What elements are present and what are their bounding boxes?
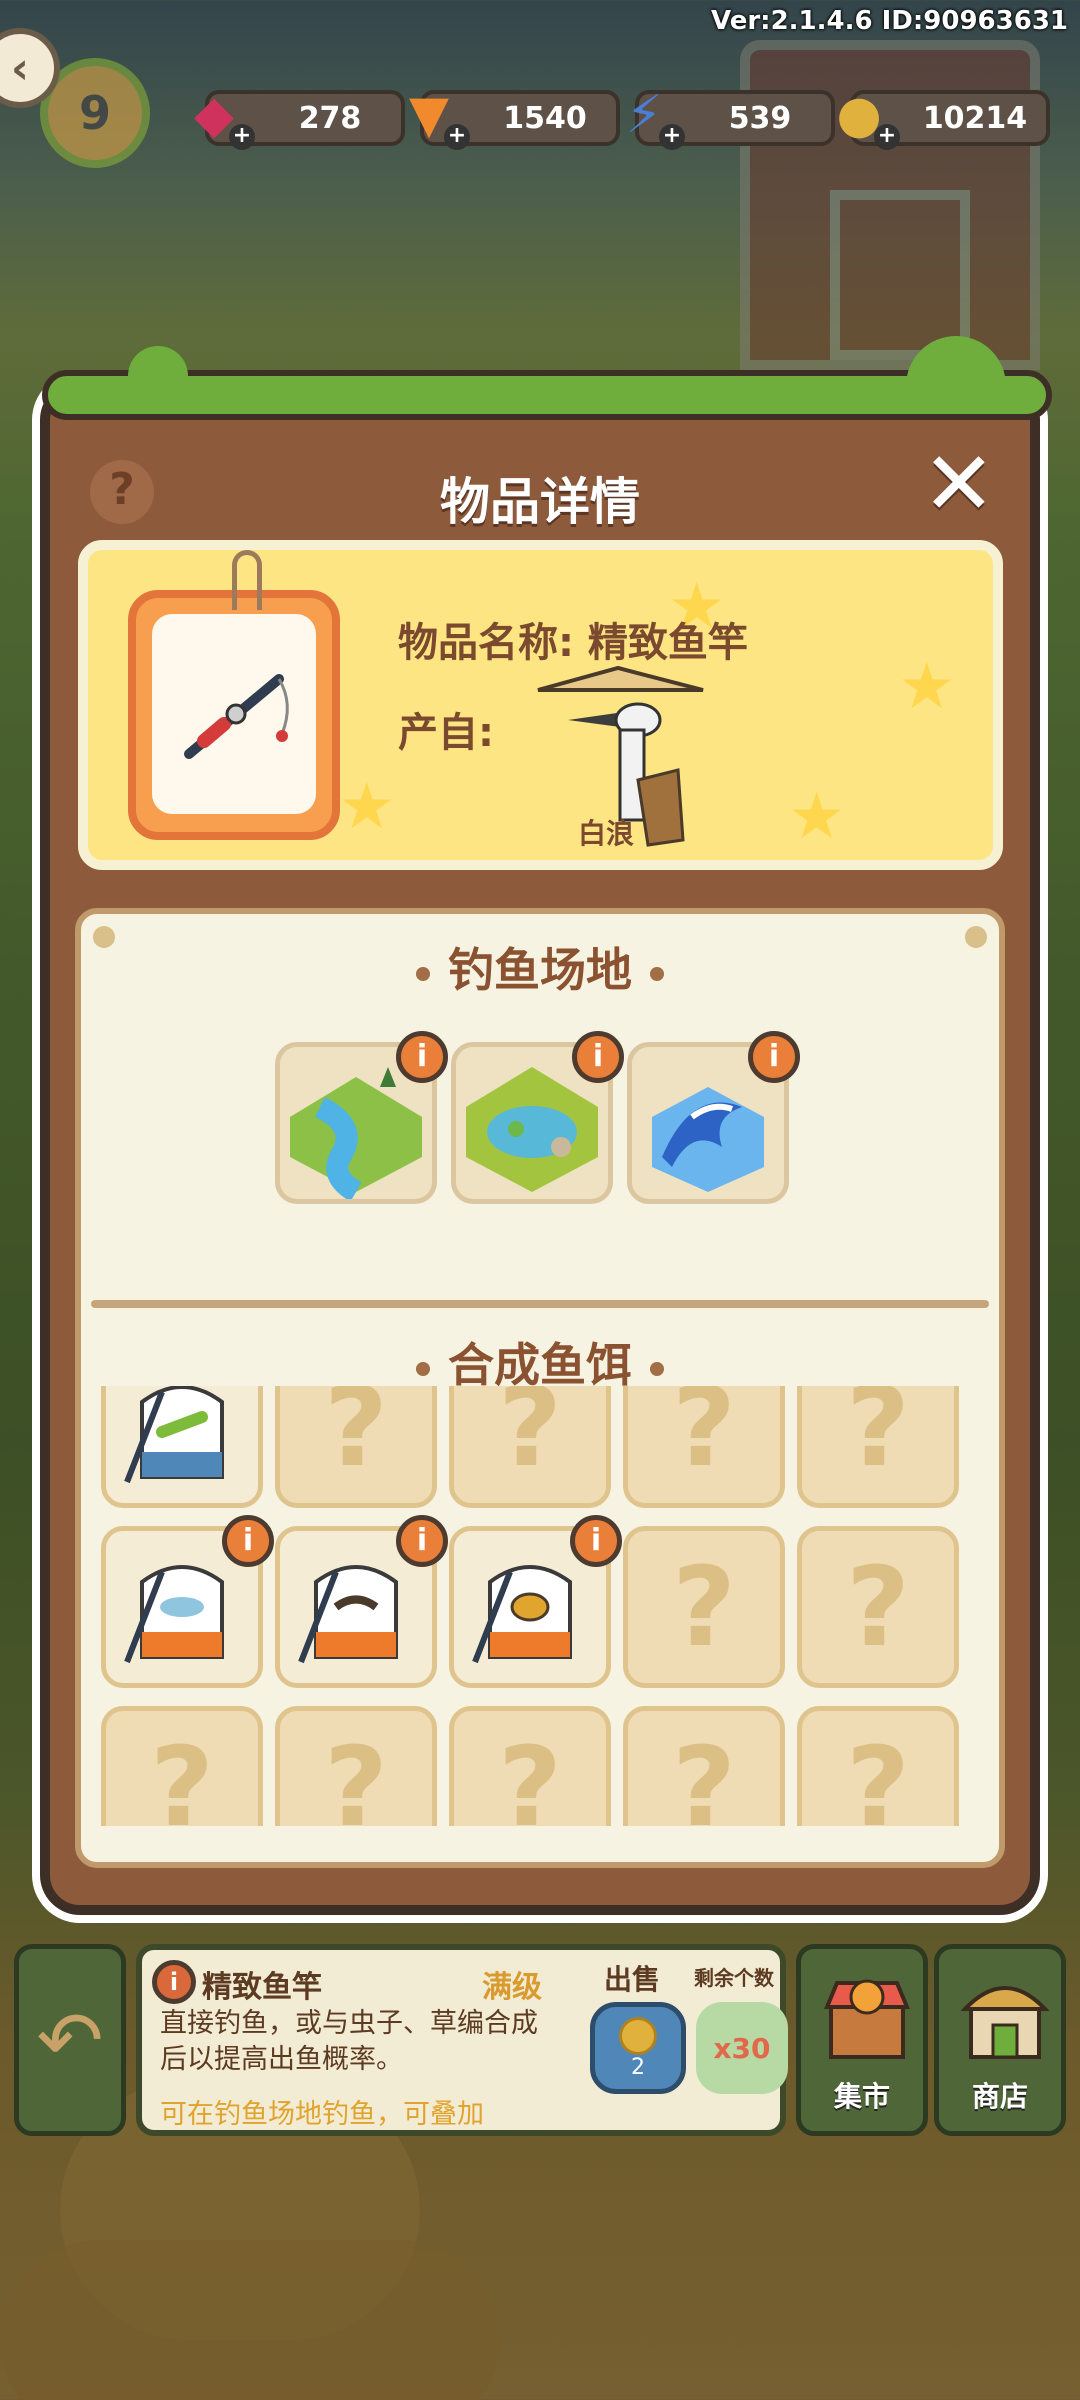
gem-value: 278: [298, 100, 362, 136]
add-gem-icon[interactable]: +: [229, 124, 255, 150]
venue-pond[interactable]: i: [451, 1031, 624, 1204]
market-button[interactable]: 集市: [796, 1944, 928, 2136]
return-button[interactable]: ↶: [14, 1944, 126, 2136]
bait-slot-locked[interactable]: ?: [101, 1706, 263, 1826]
bait-slot-worm[interactable]: i: [275, 1515, 448, 1688]
info-icon: i: [152, 1960, 196, 2004]
bait-slot-locked[interactable]: ?: [797, 1526, 959, 1688]
add-coin-icon[interactable]: +: [874, 124, 900, 150]
venue-info-badge[interactable]: i: [748, 1031, 800, 1083]
beetle-bait-icon: [472, 1565, 572, 1664]
sell-button[interactable]: 2: [590, 2002, 686, 2094]
energy-counter[interactable]: ⚡ + 539: [626, 85, 835, 150]
item-card: ★ ★ ★ ★ 物品名称: 精致鱼竿 产自: 白浪: [78, 540, 1003, 870]
bait-grid[interactable]: ? ? ? ? i i i ? ? ? ? ? ? ?: [91, 1386, 996, 1826]
bait-slot-locked[interactable]: ?: [797, 1706, 959, 1826]
coin-counter[interactable]: ● + 10214: [836, 85, 1050, 150]
bait-info-badge[interactable]: i: [396, 1515, 448, 1567]
venue-section-title: 钓鱼场地: [81, 934, 999, 1000]
venue-info-badge[interactable]: i: [572, 1031, 624, 1083]
coin-value: 10214: [922, 100, 1028, 136]
bait-info-badge[interactable]: i: [570, 1515, 622, 1567]
modal-title: 物品详情: [440, 473, 640, 531]
section-divider: [91, 1300, 989, 1308]
bait-slot-locked[interactable]: ?: [623, 1526, 785, 1688]
sell-label: 出售: [604, 1963, 661, 1996]
bait-slot-fish[interactable]: i: [101, 1515, 274, 1688]
npc-name: 白浪: [578, 817, 635, 850]
add-energy-icon[interactable]: +: [659, 124, 685, 150]
star-decoration: ★: [898, 650, 956, 724]
item-source-label: 产自:: [398, 710, 494, 756]
coin-icon: [619, 2016, 657, 2055]
carrot-value: 1540: [503, 100, 587, 136]
bottom-info-bar: ↶ i 精致鱼竿 满级 直接钓鱼，或与虫子、草编合成后以提高出鱼概率。 可在钓鱼…: [14, 1940, 1066, 2140]
market-label: 集市: [833, 2080, 890, 2113]
info-extra-note: 可在钓鱼场地钓鱼，可叠加: [160, 2099, 484, 2130]
venue-info-badge[interactable]: i: [396, 1031, 448, 1083]
fishing-panel: 钓鱼场地 i i i 合成鱼饵 ? ? ? ? i i i ? ? ? ? ? …: [75, 908, 1005, 1868]
tag-string: [232, 550, 262, 610]
grass-decoration: [42, 336, 1052, 420]
bait-slot-beetle[interactable]: i: [449, 1515, 622, 1688]
remaining-count: x30: [696, 2002, 788, 2094]
venue-sea[interactable]: i: [627, 1031, 800, 1204]
venue-river[interactable]: i: [275, 1031, 448, 1204]
shop-label: 商店: [971, 2080, 1028, 2113]
return-arrow-icon: ↶: [36, 1993, 104, 2087]
shop-house-icon: [961, 1986, 1049, 2059]
bait-slot-locked[interactable]: ?: [275, 1706, 437, 1826]
fishing-rod-icon: [152, 614, 316, 814]
star-decoration: ★: [788, 780, 846, 854]
item-tag: [128, 550, 340, 840]
bait-slot-locked[interactable]: ?: [623, 1706, 785, 1826]
fish-bait-icon: [124, 1565, 224, 1664]
player-level-text: 9: [78, 86, 111, 140]
item-info-panel: i 精致鱼竿 满级 直接钓鱼，或与虫子、草编合成后以提高出鱼概率。 可在钓鱼场地…: [136, 1944, 788, 2136]
worm-bait-icon: [298, 1565, 398, 1664]
info-item-title: 精致鱼竿: [202, 1970, 322, 2005]
carrot-counter[interactable]: ▼ + 1540: [409, 85, 620, 150]
add-carrot-icon[interactable]: +: [444, 124, 470, 150]
gem-counter[interactable]: ◆ + 278: [194, 85, 405, 150]
star-decoration: ★: [338, 770, 396, 844]
sell-price: 2: [631, 2054, 645, 2080]
remaining-label: 剩余个数: [694, 1966, 774, 1990]
bait-slot-locked[interactable]: ?: [449, 1386, 611, 1508]
bait-info-badge[interactable]: i: [222, 1515, 274, 1567]
bait-slot-locked[interactable]: ?: [449, 1706, 611, 1826]
bait-slot-locked[interactable]: ?: [797, 1386, 959, 1508]
bait-slot-locked[interactable]: ?: [275, 1386, 437, 1508]
version-label: Ver:2.1.4.6 ID:90963631: [711, 6, 1068, 36]
close-button[interactable]: ✕: [922, 440, 996, 528]
bait-slot-grasshopper[interactable]: [101, 1386, 263, 1508]
info-description: 直接钓鱼，或与虫子、草编合成后以提高出鱼概率。: [160, 2008, 538, 2075]
bait-slot-locked[interactable]: ?: [623, 1386, 785, 1508]
info-level-label: 满级: [482, 1970, 542, 2005]
grasshopper-bait-icon: [124, 1386, 224, 1484]
shop-button[interactable]: 商店: [934, 1944, 1066, 2136]
item-detail-modal: ? 物品详情 ✕ ★ ★ ★ ★ 物品名称: 精致鱼竿 产自: 白浪 钓鱼场地 …: [40, 336, 1052, 1915]
back-arrow-icon: ‹: [10, 42, 30, 94]
energy-value: 539: [728, 100, 792, 136]
market-stall-icon: [824, 1979, 910, 2059]
